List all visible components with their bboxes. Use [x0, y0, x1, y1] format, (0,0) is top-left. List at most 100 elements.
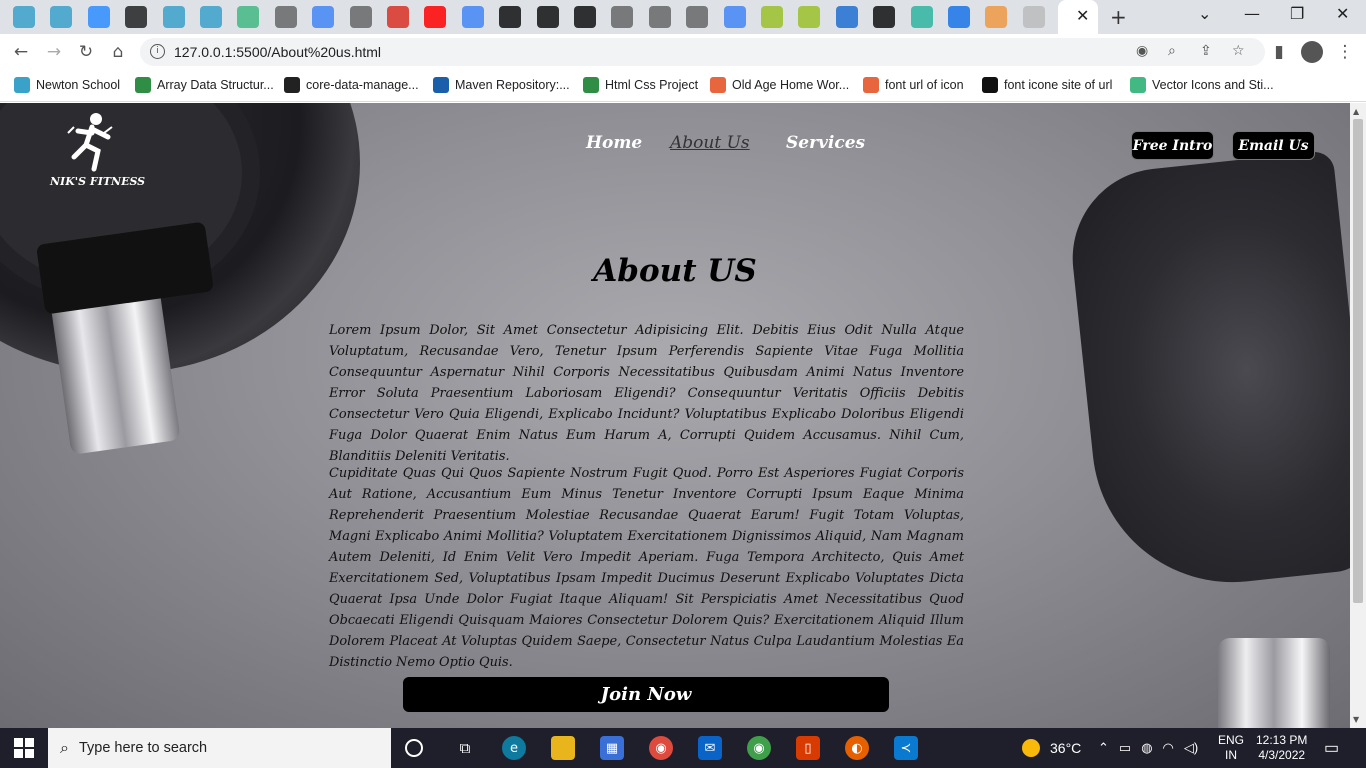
restore-icon[interactable]: ❐ — [1290, 4, 1304, 23]
mail-icon[interactable]: ✉ — [698, 736, 722, 760]
bookmark-item[interactable]: Old Age Home Wor... — [710, 77, 849, 93]
medium-icon[interactable] — [873, 6, 896, 28]
medium-icon[interactable] — [536, 6, 559, 28]
vscode-icon[interactable]: ≺ — [894, 736, 918, 760]
join-now-button[interactable]: Join Now — [403, 677, 889, 712]
address-bar[interactable]: i 127.0.0.1:5500/About%20us.html ◉ ⌕ ⇪ ☆ — [140, 38, 1265, 66]
bookmark-star-icon[interactable]: ☆ — [1232, 43, 1245, 59]
store-icon[interactable]: ▦ — [600, 736, 624, 760]
globe-icon[interactable] — [648, 6, 671, 28]
email-us-button[interactable]: Email Us — [1232, 131, 1315, 160]
google-icon[interactable] — [723, 6, 746, 28]
bookmark-item[interactable]: font url of icon — [863, 77, 964, 93]
zoom-icon[interactable]: ⌕ — [1168, 43, 1176, 59]
nav-services[interactable]: Services — [786, 133, 865, 153]
chrome-icon[interactable] — [686, 6, 709, 28]
search-placeholder[interactable]: Type here to search — [79, 740, 207, 756]
puzzle-icon[interactable] — [985, 6, 1008, 28]
free-intro-button[interactable]: Free Intro — [1131, 131, 1214, 160]
active-tab[interactable]: ✕ — [1058, 0, 1098, 34]
reload-icon[interactable]: ↻ — [75, 42, 97, 62]
bookmark-item[interactable]: Newton School — [14, 77, 120, 93]
home-icon[interactable]: ⌂ — [107, 42, 129, 62]
newton-icon[interactable] — [162, 6, 185, 28]
new-tab-button[interactable]: + — [1110, 5, 1127, 29]
notifications-icon[interactable]: ▭ — [1324, 728, 1339, 768]
window-close-icon[interactable]: ✕ — [1336, 4, 1349, 23]
side-panel-icon[interactable]: ▮ — [1268, 42, 1290, 62]
vue-icon[interactable] — [237, 6, 260, 28]
scrollbar[interactable]: ▲ ▼ — [1350, 103, 1366, 728]
bookmark-item[interactable]: Html Css Project — [583, 77, 698, 93]
back-icon[interactable]: ← — [10, 42, 32, 62]
close-icon[interactable]: ✕ — [1076, 6, 1089, 25]
file-explorer-icon[interactable] — [551, 736, 575, 760]
globe-icon[interactable] — [611, 6, 634, 28]
wifi-icon[interactable]: ◠ — [1163, 740, 1174, 756]
newton-icon[interactable] — [200, 6, 222, 28]
windows-start-icon[interactable] — [14, 738, 34, 758]
nav-about-us[interactable]: About Us — [670, 133, 750, 153]
time-text: 12:13 PM — [1256, 733, 1308, 747]
bookmark-item[interactable]: Array Data Structur... — [135, 77, 274, 93]
bookmark-label: Old Age Home Wor... — [732, 78, 850, 92]
forward-icon[interactable]: → — [43, 42, 65, 62]
edge-icon[interactable]: e — [502, 736, 526, 760]
clock[interactable]: 12:13 PM 4/3/2022 — [1256, 728, 1307, 768]
bookmark-item[interactable]: Maven Repository:... — [433, 77, 570, 93]
avatar[interactable] — [1301, 41, 1323, 63]
date-text: 4/3/2022 — [1258, 748, 1306, 762]
firefox-icon[interactable]: ◐ — [845, 736, 869, 760]
pattern-icon[interactable] — [1022, 6, 1045, 28]
chevron-up-icon[interactable]: ⌃ — [1098, 740, 1109, 756]
chrome-canary-icon[interactable]: ◉ — [747, 736, 771, 760]
translate-icon[interactable]: ◉ — [1136, 43, 1148, 59]
volume-icon[interactable]: ◁) — [1184, 740, 1198, 756]
newton-icon[interactable] — [13, 6, 35, 28]
github-icon[interactable] — [125, 6, 148, 28]
url-text[interactable]: 127.0.0.1:5500/About%20us.html — [174, 44, 381, 60]
newton-icon[interactable] — [50, 6, 73, 28]
youtube-icon[interactable] — [424, 6, 447, 28]
menu-icon[interactable]: ⋮ — [1334, 42, 1356, 62]
battery-icon[interactable]: ▭ — [1119, 740, 1131, 756]
lang-text: ENG — [1218, 733, 1245, 747]
task-view-icon[interactable]: ⧉ — [453, 736, 477, 760]
google-icon[interactable] — [312, 6, 335, 28]
bookmark-item[interactable]: Vector Icons and Sti... — [1130, 77, 1274, 93]
globe-icon[interactable] — [349, 6, 372, 28]
network-icon[interactable]: ◍ — [1141, 740, 1152, 756]
github-icon — [284, 77, 300, 93]
site-info-icon[interactable]: i — [150, 44, 165, 59]
minimize-icon[interactable]: — — [1244, 4, 1260, 23]
office-icon[interactable]: ▯ — [796, 736, 820, 760]
zoom-icon[interactable] — [87, 6, 110, 28]
download-icon[interactable] — [948, 6, 970, 28]
tab-search-icon[interactable]: ⌄ — [1198, 4, 1211, 23]
scroll-thumb[interactable] — [1353, 119, 1363, 603]
flag-icon[interactable] — [499, 6, 522, 28]
gmail-icon[interactable] — [387, 6, 409, 28]
system-tray[interactable]: ⌃ ▭ ◍ ◠ ◁) — [1098, 728, 1198, 768]
pb-icon[interactable] — [835, 6, 858, 28]
cortana-icon[interactable] — [405, 739, 423, 757]
bookmark-label: Newton School — [36, 78, 121, 92]
chrome-icon[interactable]: ◉ — [649, 736, 673, 760]
bookmark-item[interactable]: font icone site of url — [982, 77, 1112, 93]
glove-image — [1063, 150, 1350, 596]
logo-text[interactable]: NIK'S FITNESS — [50, 175, 145, 188]
medium-icon[interactable] — [574, 6, 596, 28]
taskbar-search[interactable]: ⌕ Type here to search — [48, 728, 391, 768]
scroll-up-icon[interactable]: ▲ — [1353, 107, 1359, 116]
bookmark-item[interactable]: core-data-manage... — [284, 77, 419, 93]
google-icon[interactable] — [461, 6, 484, 28]
image-icon[interactable] — [798, 6, 821, 28]
globe-icon[interactable] — [274, 6, 297, 28]
d-icon[interactable] — [910, 6, 933, 28]
share-icon[interactable]: ⇪ — [1200, 43, 1212, 59]
scroll-down-icon[interactable]: ▼ — [1353, 715, 1359, 724]
image-icon[interactable] — [761, 6, 783, 28]
weather-widget[interactable]: 36°C — [1022, 728, 1081, 768]
nav-home[interactable]: Home — [586, 133, 642, 153]
language-indicator[interactable]: ENG IN — [1218, 728, 1244, 768]
